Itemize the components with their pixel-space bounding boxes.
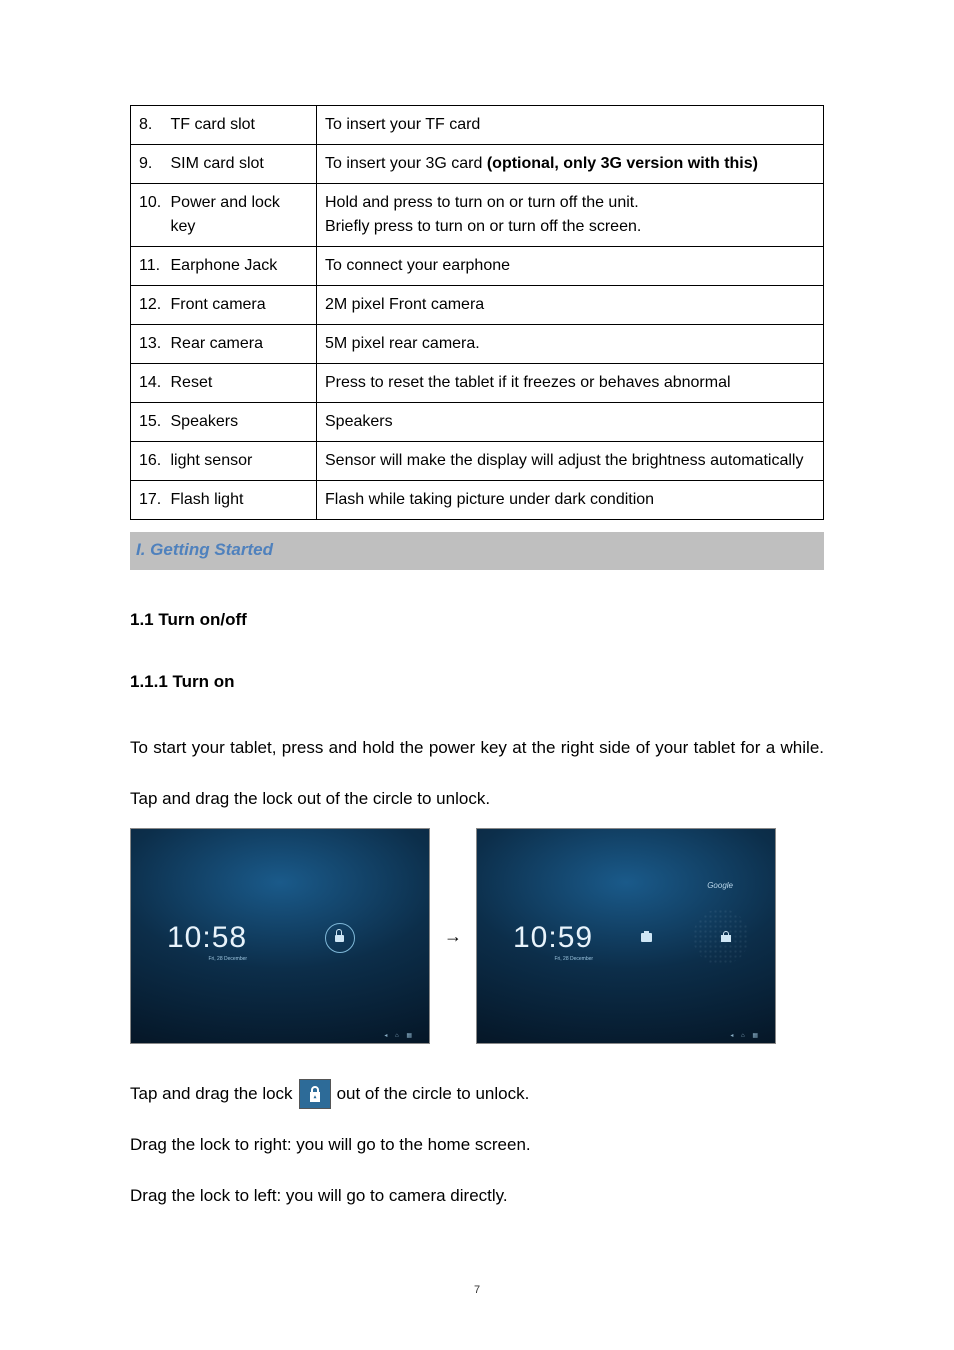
row-description: Speakers <box>317 403 824 442</box>
spec-table: 8.TF card slotTo insert your TF card9.SI… <box>130 105 824 520</box>
section-title: I. Getting Started <box>136 540 273 559</box>
text-before-icon: Tap and drag the lock <box>130 1068 293 1119</box>
row-number: 12. <box>131 286 167 325</box>
camera-icon <box>641 933 652 942</box>
row-name: Power and lock key <box>167 184 317 247</box>
row-name: Rear camera <box>167 325 317 364</box>
table-row: 17.Flash lightFlash while taking picture… <box>131 481 824 520</box>
clock-date: Fri, 28 December <box>513 956 593 962</box>
table-row: 15.SpeakersSpeakers <box>131 403 824 442</box>
row-description: Flash while taking picture under dark co… <box>317 481 824 520</box>
drag-left-text: Drag the lock to left: you will go to ca… <box>130 1170 824 1221</box>
table-row: 14.ResetPress to reset the tablet if it … <box>131 364 824 403</box>
row-description: To connect your earphone <box>317 247 824 286</box>
row-name: Front camera <box>167 286 317 325</box>
row-description: Hold and press to turn on or turn off th… <box>317 184 824 247</box>
table-row: 8.TF card slotTo insert your TF card <box>131 106 824 145</box>
page-number: 7 <box>0 1284 954 1296</box>
row-name: TF card slot <box>167 106 317 145</box>
row-name: Speakers <box>167 403 317 442</box>
lock-icon <box>721 931 731 942</box>
row-name: Earphone Jack <box>167 247 317 286</box>
row-number: 8. <box>131 106 167 145</box>
screenshot-row: 10:58 Fri, 28 December ◂ ⌂ ▦ → Google 10… <box>130 828 824 1044</box>
clock-widget: 10:59 Fri, 28 December <box>513 921 593 962</box>
table-row: 12.Front camera2M pixel Front camera <box>131 286 824 325</box>
heading-1-1-1: 1.1.1 Turn on <box>130 672 824 692</box>
row-description: Sensor will make the display will adjust… <box>317 442 824 481</box>
clock-widget: 10:58 Fri, 28 December <box>167 921 247 962</box>
lock-icon <box>299 1079 331 1109</box>
row-description: 5M pixel rear camera. <box>317 325 824 364</box>
row-description: 2M pixel Front camera <box>317 286 824 325</box>
arrow-icon: → <box>444 926 462 947</box>
heading-1-1: 1.1 Turn on/off <box>130 610 824 630</box>
document-page: 8.TF card slotTo insert your TF card9.SI… <box>0 0 954 1350</box>
table-row: 11.Earphone JackTo connect your earphone <box>131 247 824 286</box>
lock-icon <box>335 933 345 943</box>
clock-time: 10:59 <box>513 921 593 955</box>
row-name: Flash light <box>167 481 317 520</box>
row-number: 10. <box>131 184 167 247</box>
row-description: Press to reset the tablet if it freezes … <box>317 364 824 403</box>
row-number: 15. <box>131 403 167 442</box>
status-bar: ◂ ⌂ ▦ <box>730 1032 765 1039</box>
lockscreen-screenshot-1: 10:58 Fri, 28 December ◂ ⌂ ▦ <box>130 828 430 1044</box>
google-label: Google <box>707 881 733 890</box>
row-number: 11. <box>131 247 167 286</box>
status-bar: ◂ ⌂ ▦ <box>384 1032 419 1039</box>
lockscreen-screenshot-2: Google 10:59 Fri, 28 December ◂ ⌂ ▦ <box>476 828 776 1044</box>
table-row: 16.light sensorSensor will make the disp… <box>131 442 824 481</box>
row-name: SIM card slot <box>167 145 317 184</box>
text-after-icon: out of the circle to unlock. <box>337 1068 530 1119</box>
table-row: 10.Power and lock keyHold and press to t… <box>131 184 824 247</box>
row-number: 13. <box>131 325 167 364</box>
intro-paragraph: To start your tablet, press and hold the… <box>130 722 824 824</box>
clock-date: Fri, 28 December <box>167 956 247 962</box>
lock-ring-icon <box>325 923 355 953</box>
row-number: 9. <box>131 145 167 184</box>
clock-time: 10:58 <box>167 921 247 955</box>
drag-right-text: Drag the lock to right: you will go to t… <box>130 1119 824 1170</box>
table-row: 13.Rear camera5M pixel rear camera. <box>131 325 824 364</box>
section-heading: I. Getting Started <box>130 532 824 570</box>
table-row: 9.SIM card slotTo insert your 3G card (o… <box>131 145 824 184</box>
row-name: light sensor <box>167 442 317 481</box>
unlock-instruction: Tap and drag the lock out of the circle … <box>130 1068 824 1119</box>
row-description: To insert your TF card <box>317 106 824 145</box>
row-number: 17. <box>131 481 167 520</box>
row-number: 16. <box>131 442 167 481</box>
row-description: To insert your 3G card (optional, only 3… <box>317 145 824 184</box>
row-number: 14. <box>131 364 167 403</box>
row-name: Reset <box>167 364 317 403</box>
